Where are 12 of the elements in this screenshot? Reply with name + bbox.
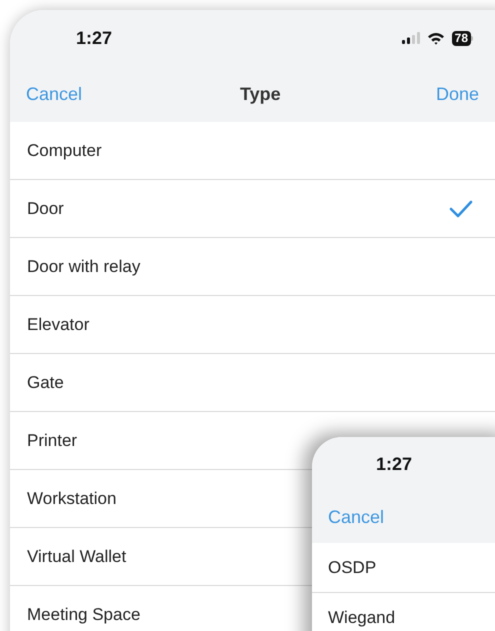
battery-icon: 78	[452, 30, 473, 46]
list-item[interactable]: Door	[10, 180, 495, 238]
wifi-icon	[426, 32, 445, 44]
list-item[interactable]: Computer	[10, 122, 495, 180]
list-item[interactable]: Elevator	[10, 296, 495, 354]
list-item[interactable]: Door with relay	[10, 238, 495, 296]
nav-title: Type	[240, 82, 281, 106]
list-item[interactable]: OSDP	[312, 543, 495, 593]
signal-icon	[402, 32, 420, 44]
time: 1:27	[76, 26, 112, 50]
time: 1:27	[376, 452, 412, 476]
list-item[interactable]: Gate	[10, 354, 495, 412]
